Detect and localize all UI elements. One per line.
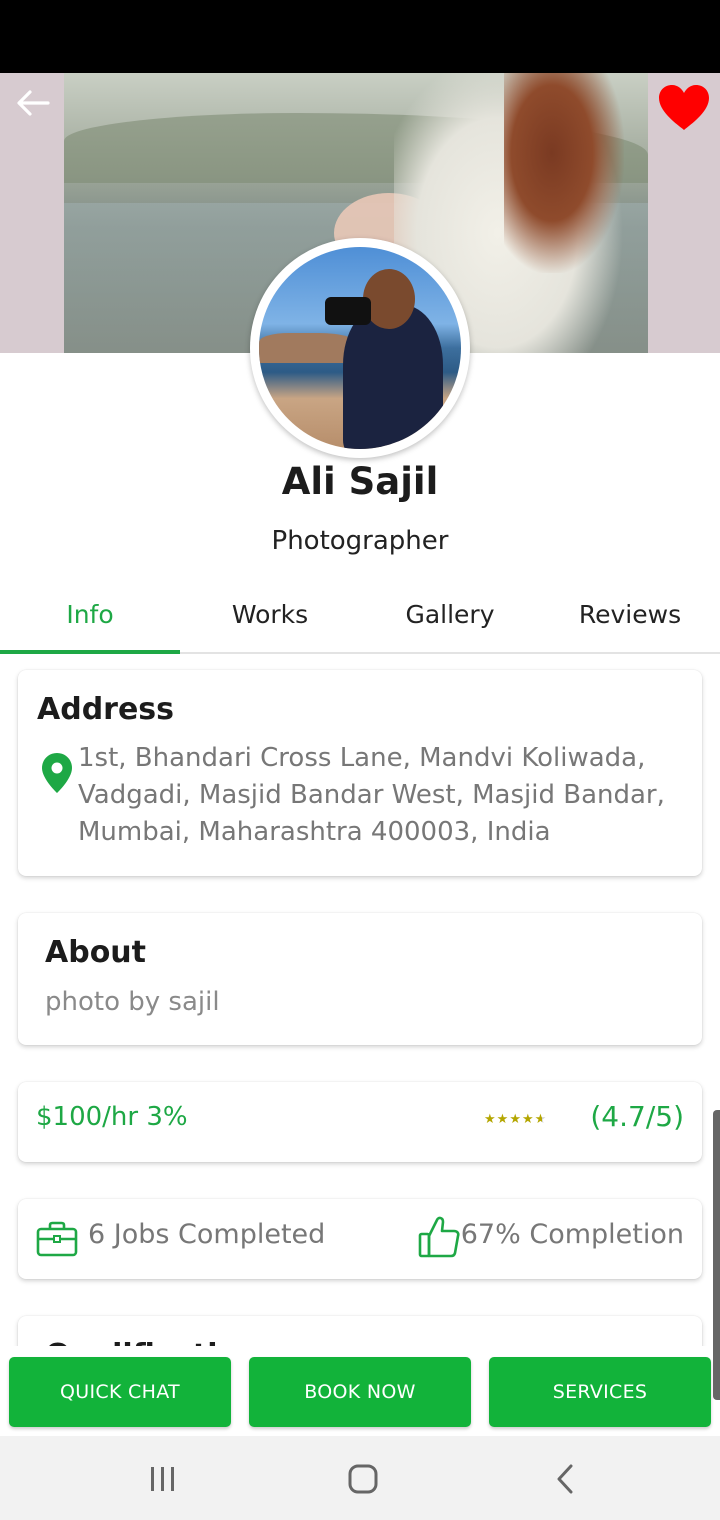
system-back-button[interactable] [540, 1454, 590, 1504]
rate-card: $100/hr 3% ★ ★ ★ ★ ★ (4.7/5) [18, 1082, 702, 1162]
briefcase-icon [36, 1221, 78, 1257]
back-button[interactable] [14, 86, 52, 120]
hourly-rate: $100/hr 3% [36, 1102, 188, 1132]
rating-value: (4.7/5) [590, 1100, 684, 1133]
address-line-3: Mumbai, Maharashtra 400003, India [78, 817, 551, 847]
tab-works[interactable]: Works [180, 576, 360, 652]
screen: Ali Sajil Photographer Info Works Galler… [0, 0, 720, 1520]
tab-info[interactable]: Info [0, 576, 180, 654]
status-bar [0, 0, 720, 73]
star-icon: ★ [509, 1112, 521, 1127]
tab-bar: Info Works Gallery Reviews [0, 576, 720, 654]
address-card: Address 1st, Bhandari Cross Lane, Mandvi… [18, 670, 702, 876]
avatar [250, 238, 470, 458]
half-star-icon: ★ [534, 1112, 547, 1127]
about-title: About [45, 935, 147, 970]
about-card: About photo by sajil [18, 913, 702, 1045]
location-pin-icon [42, 753, 72, 793]
star-icon: ★ [496, 1112, 509, 1127]
system-nav-bar [0, 1436, 720, 1520]
favorite-button[interactable] [656, 82, 712, 134]
star-icon: ★ [484, 1112, 496, 1127]
action-bar: QUICK CHAT BOOK NOW SERVICES [0, 1346, 720, 1436]
avatar-photo [259, 247, 461, 449]
thumbs-up-icon [418, 1216, 460, 1258]
address-line-2: Vadgadi, Masjid Bandar West, Masjid Band… [78, 780, 665, 810]
services-button[interactable]: SERVICES [489, 1357, 711, 1427]
jobs-completed: 6 Jobs Completed [88, 1219, 326, 1250]
arrow-left-icon [17, 90, 50, 116]
about-text: photo by sajil [45, 987, 220, 1017]
recents-button[interactable] [138, 1454, 188, 1504]
completion-rate: 67% Completion [460, 1219, 684, 1250]
quick-chat-button[interactable]: QUICK CHAT [9, 1357, 231, 1427]
stats-card: 6 Jobs Completed 67% Completion [18, 1199, 702, 1279]
home-icon [348, 1464, 378, 1494]
address-line-1: 1st, Bhandari Cross Lane, Mandvi Koliwad… [78, 743, 646, 773]
profile-role: Photographer [271, 526, 449, 556]
tab-reviews[interactable]: Reviews [540, 576, 720, 652]
star-rating: ★ ★ ★ ★ ★ [484, 1112, 546, 1127]
chevron-left-icon [557, 1464, 573, 1494]
home-button[interactable] [338, 1454, 388, 1504]
heart-icon [659, 85, 709, 130]
address-title: Address [37, 692, 175, 727]
tab-gallery[interactable]: Gallery [360, 576, 540, 652]
star-icon: ★ [521, 1112, 534, 1127]
profile-name: Ali Sajil [281, 460, 439, 503]
recents-icon [151, 1467, 174, 1491]
book-now-button[interactable]: BOOK NOW [249, 1357, 471, 1427]
scrollbar[interactable] [713, 1110, 720, 1400]
address-text: 1st, Bhandari Cross Lane, Mandvi Koliwad… [78, 740, 688, 851]
